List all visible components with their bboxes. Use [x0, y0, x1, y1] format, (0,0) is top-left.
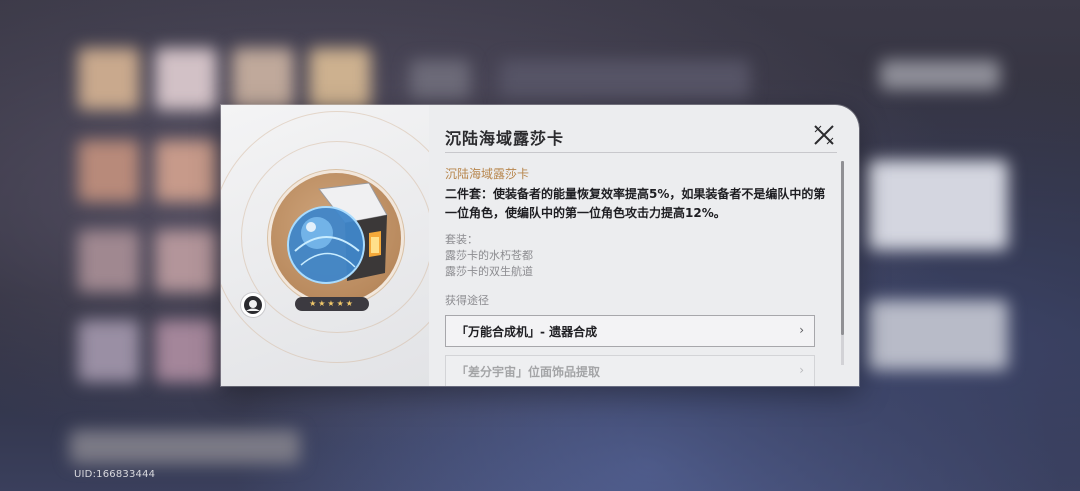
acquire-route-label: 「差分宇宙」位面饰品提取	[456, 365, 601, 379]
bg-panel	[410, 60, 470, 100]
acquire-label: 获得途径	[445, 294, 489, 307]
bg-tile	[155, 140, 217, 202]
bg-tile	[309, 48, 371, 110]
bg-tile	[232, 48, 294, 110]
set-label: 套装：	[445, 233, 478, 246]
title-divider	[445, 152, 837, 153]
acquire-route-button[interactable]: 「差分宇宙」位面饰品提取 ›	[445, 355, 815, 386]
acquire-route-button[interactable]: 「万能合成机」- 遗器合成 ›	[445, 315, 815, 347]
character-avatar-icon	[241, 293, 265, 317]
bg-bar	[70, 430, 300, 464]
acquire-route-label: 「万能合成机」- 遗器合成	[456, 325, 598, 339]
bg-tile	[78, 48, 140, 110]
relic-orb-icon	[287, 182, 388, 284]
bg-tile	[78, 140, 140, 202]
chevron-right-icon: ›	[799, 323, 804, 337]
bg-tile	[155, 230, 217, 292]
bg-panel	[868, 300, 1008, 370]
rarity-stars: ★★★★★	[295, 297, 369, 311]
relic-preview-pane: ★★★★★	[221, 105, 429, 386]
relic-image	[271, 173, 401, 303]
bg-panel	[868, 160, 1008, 250]
scrollbar-thumb[interactable]	[841, 161, 844, 335]
scrollbar-track[interactable]	[841, 335, 844, 365]
bg-tile	[78, 230, 140, 292]
uid-label: UID:166833444	[74, 469, 156, 480]
relic-set-dialog: ★★★★★ 沉陆海域露莎卡 沉陆海域露莎卡 二件套：使装备者的能量恢复效率提高5…	[221, 105, 859, 386]
bg-panel	[500, 60, 750, 100]
bg-tile	[78, 320, 140, 382]
bg-panel	[880, 60, 1000, 90]
set-name: 沉陆海域露莎卡	[445, 167, 530, 181]
dialog-title: 沉陆海域露莎卡	[445, 129, 565, 148]
chevron-right-icon: ›	[799, 363, 804, 377]
bg-tile	[155, 320, 217, 382]
bg-tile	[155, 48, 217, 110]
close-button[interactable]	[811, 122, 837, 148]
set-piece: 露莎卡的水朽苍都	[445, 249, 533, 262]
close-x-icon[interactable]	[811, 122, 837, 148]
set-piece: 露莎卡的双生航道	[445, 265, 533, 278]
set-effect-text: 二件套：使装备者的能量恢复效率提高5%，如果装备者不是编队中的第一位角色，使编队…	[445, 187, 826, 220]
